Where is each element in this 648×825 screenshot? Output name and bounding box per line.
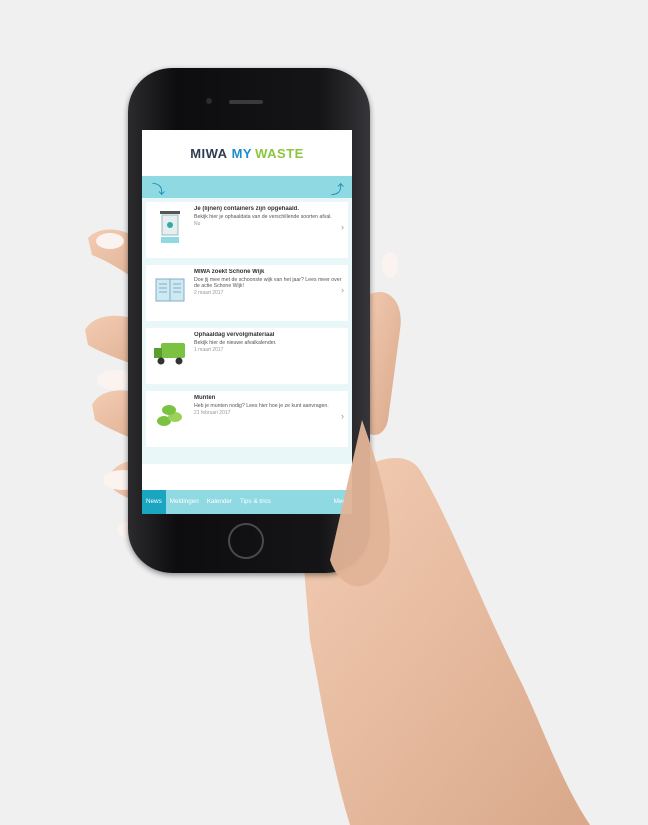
earpiece-speaker [229,100,263,104]
card-body: Heb je munten nodig? Lees hier hoe je ze… [194,402,329,409]
news-card[interactable]: Je (lijnen) containers zijn opgehaald. B… [146,202,348,258]
home-button[interactable] [228,523,264,559]
chevron-right-icon: › [341,411,344,421]
news-card[interactable]: MIWA zoekt Schone Wijk Doe jij mee met d… [146,265,348,321]
app-header: MIWA MY WASTE [142,130,352,176]
card-date: 1 maart 2017 [194,346,224,353]
header-banner: ⤵ ⤴ [142,176,352,198]
news-card[interactable]: Ophaaldag vervolgmateriaal Bekijk hier d… [146,328,348,384]
front-camera [206,98,212,104]
swallow-icon: ⤵ [152,182,166,197]
tab-kalender[interactable]: Kalender [203,490,236,514]
logo-my: MY [231,145,253,161]
card-body: Bekijk hier je ophaaldata van de verschi… [194,213,332,220]
coins-icon [150,395,190,437]
logo-miwa: MIWA [190,145,228,161]
tab-meer[interactable]: Meer [330,490,352,514]
news-card[interactable]: Munten Heb je munten nodig? Lees hier ho… [146,391,348,447]
container-icon [150,206,190,248]
tab-news[interactable]: News [142,490,166,514]
garbage-truck-icon [150,332,190,374]
card-body: Doe jij mee met de schoonste wijk van he… [194,276,342,289]
card-title: Munten [194,395,216,401]
card-date: 21 februari 2017 [194,409,231,416]
card-date: 2 maart 2017 [194,290,224,297]
card-title: MIWA zoekt Schone Wijk [194,269,265,275]
card-title: Je (lijnen) containers zijn opgehaald. [194,206,300,212]
card-title: Ophaaldag vervolgmateriaal [194,332,275,338]
news-list: Je (lijnen) containers zijn opgehaald. B… [142,198,352,464]
chevron-right-icon: › [341,285,344,295]
card-date: Nu [194,220,201,227]
tab-meldingen[interactable]: Meldingen [166,490,203,514]
newspaper-icon [150,269,190,311]
logo-waste: WASTE [255,145,304,161]
swallow-icon: ⤴ [330,182,344,197]
tab-tips[interactable]: Tips & trics [236,490,275,514]
product-photo: MIWA MY WASTE ⤵ ⤴ Je (lijnen) containers… [0,0,648,825]
card-body: Bekijk hier de nieuwe afvalkalender. [194,339,277,346]
bottom-tab-bar: News Meldingen Kalender Tips & trics Mee… [142,490,352,514]
chevron-right-icon: › [341,222,344,232]
smartphone: MIWA MY WASTE ⤵ ⤴ Je (lijnen) containers… [128,68,370,573]
app-screen: MIWA MY WASTE ⤵ ⤴ Je (lijnen) containers… [142,130,352,514]
